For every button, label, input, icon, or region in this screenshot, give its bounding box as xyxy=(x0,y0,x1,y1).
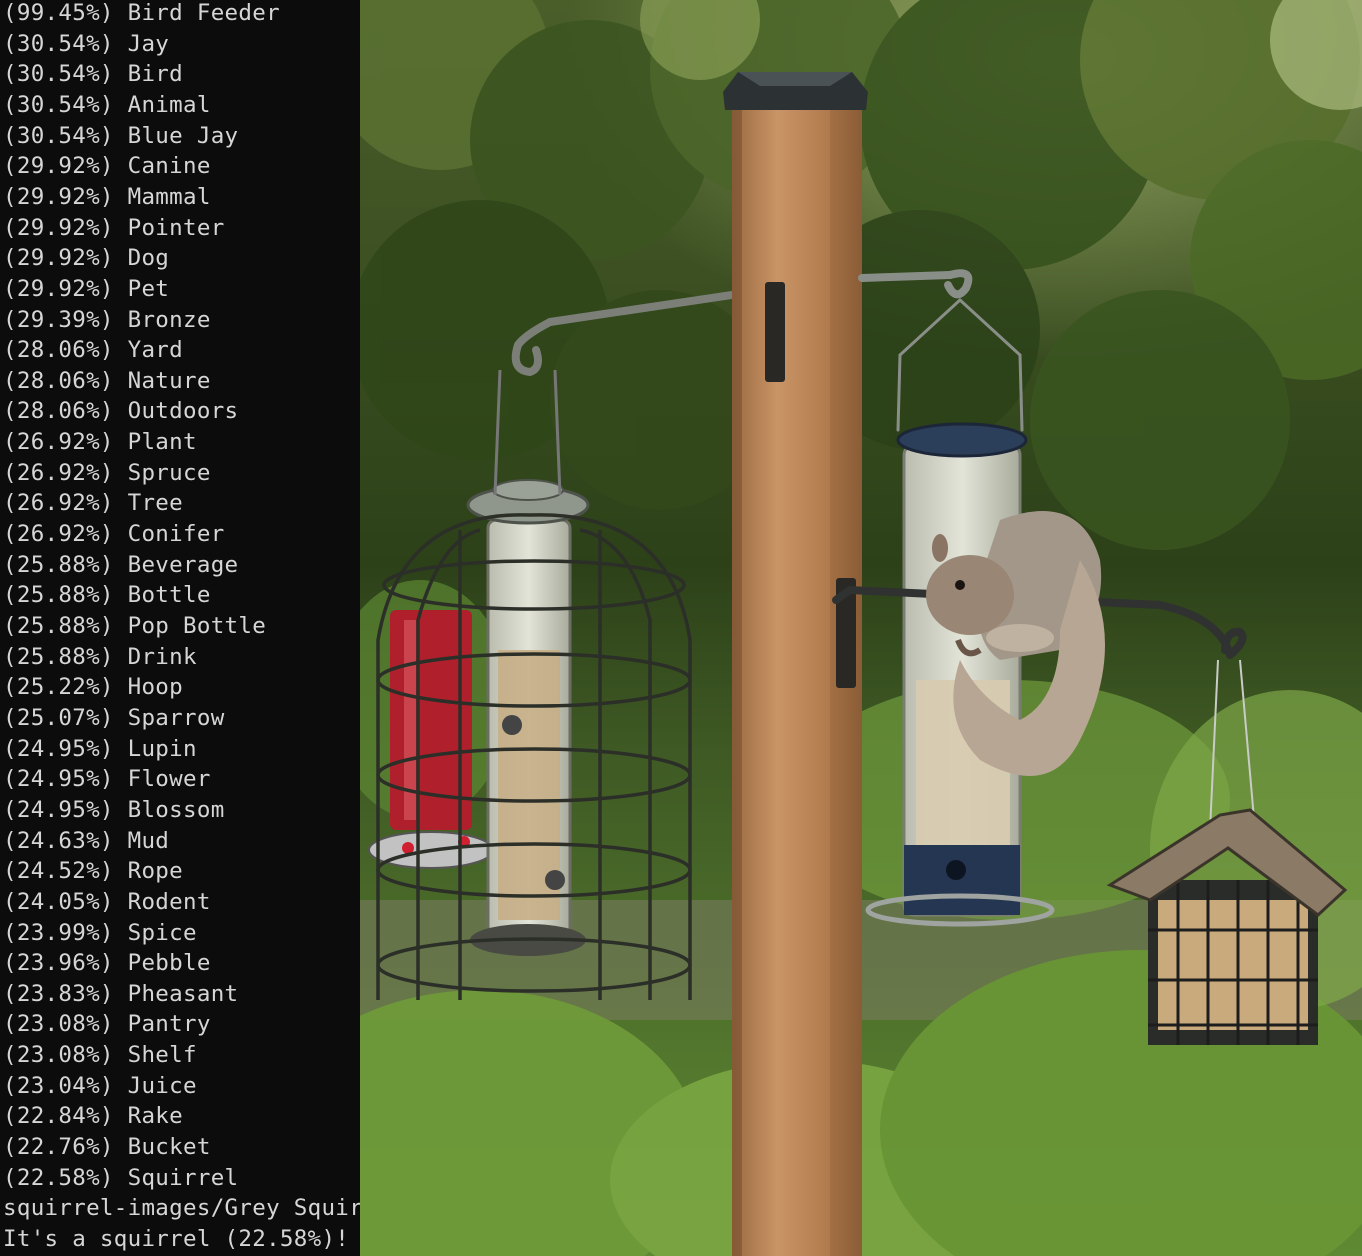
terminal-line: (30.54%) Jay xyxy=(3,30,170,57)
terminal-line: (26.92%) Tree xyxy=(3,490,183,517)
terminal-line: (29.92%) Dog xyxy=(3,245,170,272)
terminal-line: (24.05%) Rodent xyxy=(3,888,211,915)
terminal-line: (24.95%) Blossom xyxy=(3,796,225,823)
terminal-line: (25.88%) Pop Bottle xyxy=(3,613,267,639)
terminal-line: (23.99%) Spice xyxy=(3,919,197,946)
terminal-line: (24.95%) Lupin xyxy=(3,735,197,762)
terminal-line: (22.58%) Squirrel xyxy=(3,1164,239,1191)
terminal-line: (30.54%) Animal xyxy=(3,91,211,118)
terminal-line: (24.63%) Mud xyxy=(3,827,170,854)
terminal-line: (22.84%) Rake xyxy=(3,1103,183,1130)
terminal-line: (23.04%) Juice xyxy=(3,1072,197,1099)
terminal-line: (24.52%) Rope xyxy=(3,858,183,885)
terminal-line: (23.08%) Pantry xyxy=(3,1011,211,1038)
terminal-line: (29.92%) Pet xyxy=(3,275,170,302)
terminal-line: (99.45%) Bird Feeder xyxy=(3,0,280,26)
terminal-line: (29.92%) Pointer xyxy=(3,214,225,241)
terminal-line: (29.92%) Mammal xyxy=(3,183,211,210)
terminal-line: (30.54%) Bird xyxy=(3,61,183,88)
terminal-line: (25.07%) Sparrow xyxy=(3,704,225,731)
terminal-line: (25.22%) Hoop xyxy=(3,674,183,701)
terminal-line: (26.92%) Spruce xyxy=(3,459,211,486)
bird-feeder-photo xyxy=(360,0,1362,1256)
terminal-line: (28.06%) Nature xyxy=(3,367,211,394)
wooden-post xyxy=(723,72,868,1256)
terminal-line: (30.54%) Blue Jay xyxy=(3,122,239,149)
terminal-line: (23.96%) Pebble xyxy=(3,950,211,977)
terminal-line: (24.95%) Flower xyxy=(3,766,211,793)
terminal-line: (29.39%) Bronze xyxy=(3,306,211,333)
terminal-line: (23.08%) Shelf xyxy=(3,1042,197,1069)
terminal-line: (28.06%) Yard xyxy=(3,337,183,364)
terminal-line: (26.92%) Plant xyxy=(3,429,197,456)
terminal-line: (28.06%) Outdoors xyxy=(3,398,239,425)
terminal-line: It's a squirrel (22.58%)! xyxy=(3,1226,350,1252)
terminal-line: (22.76%) Bucket xyxy=(3,1134,211,1161)
terminal-output: (99.45%) Bird Feeder (30.54%) Jay (30.54%)… xyxy=(0,0,360,1256)
terminal-line: (26.92%) Conifer xyxy=(3,521,225,548)
terminal-line: (23.83%) Pheasant xyxy=(3,980,239,1007)
terminal-line: (25.88%) Beverage xyxy=(3,551,239,578)
terminal-line: squirrel-images/Grey Squir xyxy=(3,1195,360,1222)
terminal-line: (25.88%) Bottle xyxy=(3,582,211,609)
terminal-line: (29.92%) Canine xyxy=(3,153,211,180)
terminal-line: (25.88%) Drink xyxy=(3,643,197,670)
